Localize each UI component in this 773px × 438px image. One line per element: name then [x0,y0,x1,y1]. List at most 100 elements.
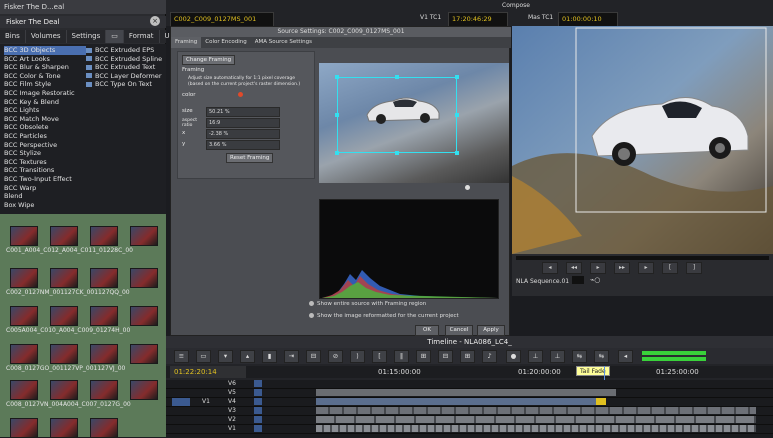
clip-thumbnail[interactable] [10,380,38,400]
list-item[interactable]: BCC Particles [4,132,86,141]
reset-framing-button[interactable]: Reset Framing [226,153,274,163]
apply-button[interactable]: Apply [477,325,505,336]
radio-icon[interactable] [309,301,314,306]
framing-region[interactable] [337,77,457,153]
clip-thumbnail[interactable] [130,344,158,364]
clip-thumbnail[interactable] [50,268,78,288]
mark-out-icon[interactable]: ⟩ [350,350,365,363]
list-item[interactable]: BCC Textures [4,158,86,167]
size-field[interactable]: 50.21 % [206,107,280,117]
track-label[interactable]: V3 [228,407,248,415]
radio-icon[interactable] [309,313,314,318]
clip-thumbnail[interactable] [10,344,38,364]
clip-thumbnail[interactable] [50,344,78,364]
clip-segment[interactable] [316,407,756,414]
clip-thumbnail[interactable] [50,380,78,400]
splice-icon[interactable]: ▮ [262,350,277,363]
framing-preview[interactable] [319,63,509,183]
track-lock-icon[interactable] [254,380,262,387]
down-arrow-icon[interactable]: ▾ [218,350,233,363]
list-item[interactable]: BCC Match Move [4,115,86,124]
clip-segment[interactable] [596,398,606,405]
change-framing-button[interactable]: Change Framing [182,55,236,65]
clip-thumbnail[interactable] [10,418,38,438]
record-monitor[interactable] [512,26,773,254]
tab-color-encoding[interactable]: Color Encoding [201,37,250,48]
track-lock-icon[interactable] [254,416,262,423]
list-item[interactable]: BCC Key & Blend [4,98,86,107]
list-item[interactable]: BCC Transitions [4,166,86,175]
tab-framing[interactable]: Framing [171,37,202,48]
clip-thumbnail[interactable] [130,268,158,288]
framing-handle[interactable] [455,75,459,79]
clip-thumbnail[interactable] [90,226,118,246]
framing-handle[interactable] [455,151,459,155]
source-track-label[interactable]: V1 [202,398,210,405]
audio-icon[interactable]: ♪ [482,350,497,363]
play-button[interactable]: ▸ [590,262,606,274]
track-label[interactable]: V6 [228,380,248,388]
clip-thumbnail[interactable] [130,226,158,246]
clip-thumbnail[interactable] [50,418,78,438]
option-show-reformatted[interactable]: Show the image reformatted for the curre… [309,313,459,319]
clip-thumbnail[interactable] [90,344,118,364]
list-item[interactable]: BCC Stylize [4,149,86,158]
tail-fade-icon[interactable]: ⊥ [550,350,565,363]
split-icon[interactable]: ⊞ [460,350,475,363]
list-item[interactable]: BCC Extruded Text [86,63,164,72]
lift-icon[interactable]: ⇥ [284,350,299,363]
cancel-button[interactable]: Cancel [445,325,473,336]
clip-thumbnail[interactable] [90,268,118,288]
option-show-entire-source[interactable]: Show entire source with Framing region [309,301,426,307]
ok-button[interactable]: OK [415,325,439,336]
clip-thumbnail[interactable] [90,380,118,400]
y-offset-field[interactable]: 3.66 % [206,140,280,150]
tab-format[interactable]: Format [124,30,160,43]
framing-handle[interactable] [455,113,459,117]
clip-thumbnail[interactable] [10,306,38,326]
top-icon[interactable]: ⊥ [528,350,543,363]
tab-effects[interactable]: ▭ [106,30,124,43]
track-v3[interactable]: V3 [166,407,773,416]
list-item[interactable]: BCC Extruded EPS [86,46,164,55]
view-icon[interactable]: ▭ [196,350,211,363]
framing-handle[interactable] [335,151,339,155]
mark-in-button[interactable]: [ [662,262,678,274]
framing-handle[interactable] [335,113,339,117]
list-item[interactable]: Blend [4,192,86,201]
clip-segment[interactable] [316,416,756,423]
track-v6[interactable]: V6 [166,380,773,389]
track-v5[interactable]: V5 [166,389,773,398]
tab-volumes[interactable]: Volumes [26,30,67,43]
list-item[interactable]: BCC Lights [4,106,86,115]
track-label[interactable]: V5 [228,389,248,397]
rewind-button[interactable]: ◂◂ [566,262,582,274]
quick-transition-icon[interactable]: ⇆ [572,350,587,363]
clip-thumbnail[interactable] [130,380,158,400]
clip-segment[interactable] [316,398,606,405]
record-icon[interactable]: ● [506,350,521,363]
fast-forward-button[interactable]: ▸▸ [614,262,630,274]
sequence-menu[interactable] [572,276,584,284]
x-offset-field[interactable]: -2.38 % [206,129,280,139]
list-item[interactable]: BCC Color & Tone [4,72,86,81]
overwrite-icon[interactable]: ⊟ [438,350,453,363]
track-v1[interactable]: V1 [166,425,773,434]
clip-segment[interactable] [316,425,756,432]
clip-thumbnail[interactable] [50,306,78,326]
list-item[interactable]: BCC Perspective [4,141,86,150]
clip-thumbnail[interactable] [90,306,118,326]
framing-handle[interactable] [395,75,399,79]
step-back-button[interactable]: ◂ [542,262,558,274]
clip-thumbnail[interactable] [10,226,38,246]
tab-settings[interactable]: Settings [67,30,107,43]
up-arrow-icon[interactable]: ▴ [240,350,255,363]
track-v4[interactable]: V1 V4 [166,398,773,407]
track-label[interactable]: V1 [228,425,248,433]
clip-thumbnail[interactable] [50,226,78,246]
clip-thumbnail[interactable] [130,306,158,326]
list-item[interactable]: BCC Blur & Sharpen [4,63,86,72]
list-item[interactable]: BCC Two-Input Effect [4,175,86,184]
step-forward-button[interactable]: ▸ [638,262,654,274]
track-lock-icon[interactable] [254,425,262,432]
